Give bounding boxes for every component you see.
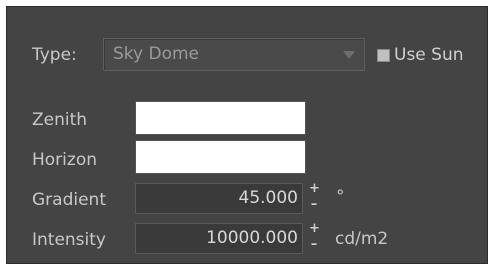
intensity-input[interactable]: 10000.000 xyxy=(135,223,303,254)
intensity-spinner[interactable]: + – xyxy=(309,222,320,254)
gradient-spinner[interactable]: + – xyxy=(309,182,320,214)
zenith-color-swatch[interactable] xyxy=(135,101,306,135)
type-label: Type: xyxy=(32,45,77,65)
gradient-increment-button[interactable]: + xyxy=(309,182,320,195)
sky-dome-settings-panel: Type: Sky Dome Use Sun Zenith Horizon Gr… xyxy=(6,6,488,264)
horizon-label: Horizon xyxy=(32,150,97,170)
type-dropdown-value: Sky Dome xyxy=(113,44,200,64)
use-sun-checkbox[interactable] xyxy=(377,49,390,62)
horizon-color-swatch[interactable] xyxy=(135,140,306,174)
gradient-input[interactable]: 45.000 xyxy=(135,183,303,214)
intensity-increment-button[interactable]: + xyxy=(309,222,320,235)
intensity-unit: cd/m2 xyxy=(335,229,389,249)
zenith-label: Zenith xyxy=(32,110,88,130)
use-sun-label: Use Sun xyxy=(394,45,464,65)
dropdown-arrow-icon[interactable] xyxy=(343,51,355,59)
gradient-unit: ° xyxy=(336,187,345,207)
gradient-label: Gradient xyxy=(32,190,106,210)
intensity-label: Intensity xyxy=(32,230,106,250)
type-dropdown[interactable]: Sky Dome xyxy=(103,38,365,71)
intensity-decrement-button[interactable]: – xyxy=(309,238,319,251)
gradient-decrement-button[interactable]: – xyxy=(309,198,319,211)
